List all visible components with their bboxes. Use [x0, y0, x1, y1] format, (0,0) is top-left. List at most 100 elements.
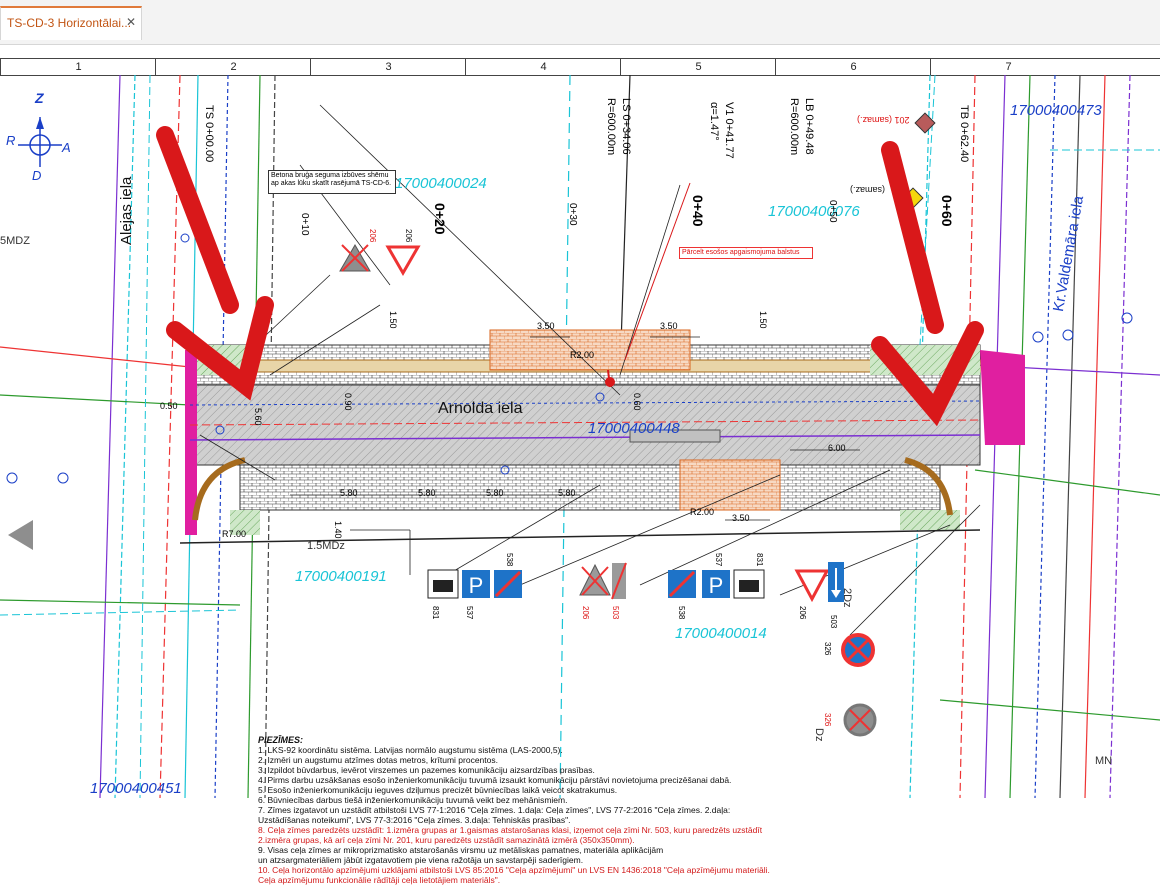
plan-drawing: P P: [0, 75, 1160, 798]
concrete-note-box: Betona bruģa seguma izbūves shēmu ap aka…: [268, 170, 396, 194]
dim-label: 5.80: [340, 488, 358, 498]
note-item: 3. Izpildot būvdarbus, ievērot virszemes…: [258, 765, 595, 775]
station-label: 0+60: [939, 195, 955, 227]
dim-label: 5.80: [558, 488, 576, 498]
no-stopping-sign: [841, 633, 875, 667]
sign-number: 206: [798, 606, 807, 620]
svg-text:P: P: [709, 573, 724, 598]
compass-icon: [18, 117, 62, 167]
ruler-col-5: 5: [620, 59, 776, 75]
ruler-col-1: 1: [0, 59, 156, 75]
dim-label: 0.90: [343, 393, 353, 411]
note-item: 9. Visas ceļa zīmes ar mikroprizmatisko …: [258, 845, 664, 855]
compass-w: R: [6, 133, 16, 148]
dim-label: 3.50: [660, 321, 678, 331]
parcel-label: 17000400451: [90, 780, 182, 797]
station-label: 0+50: [827, 200, 838, 223]
dim-label: 5.60: [253, 408, 263, 426]
zone-label: 1.5MDz: [307, 540, 345, 552]
note-item: 8. Ceļa zīmes paredzēts uzstādīt: 1.izmē…: [258, 825, 763, 835]
curve-label: R=600.00m: [605, 98, 617, 156]
sign-number: (samaz.): [850, 185, 886, 195]
note-item: 5. Esošo inženierkomunikāciju ieguves dz…: [258, 785, 618, 795]
dim-label: R2.00: [570, 350, 595, 360]
dim-label: 1.50: [388, 311, 398, 329]
sign-number: 538: [677, 606, 686, 620]
notes-title: PIEZĪMES:: [258, 735, 304, 745]
parcel-label: 17000400191: [295, 568, 387, 585]
note-item: Uzstādīšanas noteikumi", LVS 77-3:2016 "…: [258, 815, 571, 825]
no-stopping-sign-grey: [843, 703, 877, 737]
note-item: un atzsargmateriāliem jābūt izgatavotiem…: [258, 855, 584, 865]
sign-number: 831: [431, 606, 440, 620]
sign-number: 326: [823, 713, 832, 727]
dim-label: 3.50: [537, 321, 555, 331]
note-item: 10. Ceļa horizontālo apzīmējumi uzklājam…: [258, 865, 770, 875]
curve-label: TS 0+00.00: [203, 105, 215, 163]
note-item: 7. Zīmes izgatavot un uzstādīt atbilstoš…: [258, 805, 731, 815]
document-tab[interactable]: TS-CD-3 Horizontālai... ✕: [0, 6, 142, 40]
zone-label: MN: [1095, 755, 1113, 767]
note-item: Ceļa apzīmējumu funkcionālie rādītāji ce…: [258, 875, 501, 885]
compass-n: Z: [35, 90, 44, 106]
sign-number: 201 (samaz.): [857, 115, 910, 125]
dim-label: 0.60: [632, 393, 642, 411]
compass-e: A: [62, 140, 71, 155]
sign-number: 503: [611, 606, 620, 620]
curve-label: α=1.47°: [708, 102, 720, 141]
curve-label: TB 0+62.40: [958, 105, 970, 163]
zone-label: 2Dz: [841, 588, 853, 608]
svg-text:P: P: [469, 573, 484, 598]
parcel-label: 17000400024: [395, 175, 487, 192]
sign-number: 831: [755, 553, 764, 567]
parking-sign-group-right: P: [668, 569, 765, 599]
traffic-sign-206-triangle-right: [794, 569, 830, 603]
parking-sign-group-left: P: [427, 569, 522, 599]
dim-label: 3.50: [732, 513, 750, 523]
zone-label: 5MDZ: [0, 235, 30, 247]
sign-number: 326: [823, 642, 832, 656]
drawing-canvas[interactable]: P P Z R A D Arnolda iela Alejas iela Kr.…: [0, 75, 1160, 885]
dim-label: 1.40: [333, 521, 343, 539]
sign-number: 538: [505, 553, 514, 567]
note-item: 2.izmēra grupas, kā arī ceļa zīmi Nr. 20…: [258, 835, 635, 845]
note-item: 4. Pirms darbu uzsākšanas esošo inženier…: [258, 775, 732, 785]
dim-label: 0.50: [160, 401, 178, 411]
parcel-label: 17000400448: [588, 420, 680, 437]
sign-number: 537: [465, 606, 474, 620]
close-icon[interactable]: ✕: [126, 15, 136, 29]
sign-number: 206: [404, 229, 413, 243]
ruler-col-6: 6: [775, 59, 931, 75]
traffic-sign-206-cross-grey: [579, 563, 611, 596]
parcel-label: 17000400473: [1010, 102, 1102, 119]
dim-label: R2.00: [690, 507, 715, 517]
traffic-sign-503-grey: [611, 562, 627, 600]
dim-label: 1.50: [758, 311, 768, 329]
compass-s: D: [32, 168, 42, 183]
ruler-col-4: 4: [465, 59, 621, 75]
dim-label: R7.00: [222, 529, 247, 539]
note-item: 6. Būvniecības darbus tiešā inženierkomu…: [258, 795, 568, 805]
traffic-sign-206-cross: [339, 243, 371, 272]
street-label-left: Alejas iela: [118, 176, 135, 245]
ruler-col-3: 3: [310, 59, 466, 75]
parcel-label: 17000400014: [675, 625, 767, 642]
notes-block: PIEZĪMES: 1. LKS-92 koordinātu sistēma. …: [258, 735, 818, 885]
left-triangle-sign: [8, 520, 33, 550]
light-pole-icon: [605, 377, 615, 387]
ruler-col-2: 2: [155, 59, 311, 75]
parcel-label: 17000400076: [768, 203, 860, 220]
column-ruler: 1 2 3 4 5 6 7: [0, 58, 1160, 76]
dim-label: 6.00: [828, 443, 846, 453]
curve-label: LB 0+49.48: [803, 98, 815, 155]
sign-number: 503: [829, 615, 838, 629]
curve-label: R=600.00m: [788, 98, 800, 156]
sign-number: 206: [581, 606, 590, 620]
lighting-note-box: Pārcelt esošos apgaismojuma balstus: [679, 247, 813, 259]
tab-title: TS-CD-3 Horizontālai...: [7, 16, 132, 30]
dim-label: 5.80: [418, 488, 436, 498]
ruler-col-7: 7: [930, 59, 1086, 75]
street-label-main: Arnolda iela: [438, 400, 523, 417]
tab-bar: TS-CD-3 Horizontālai... ✕: [0, 0, 1160, 45]
curve-label: V1 0+41.77: [723, 102, 735, 159]
